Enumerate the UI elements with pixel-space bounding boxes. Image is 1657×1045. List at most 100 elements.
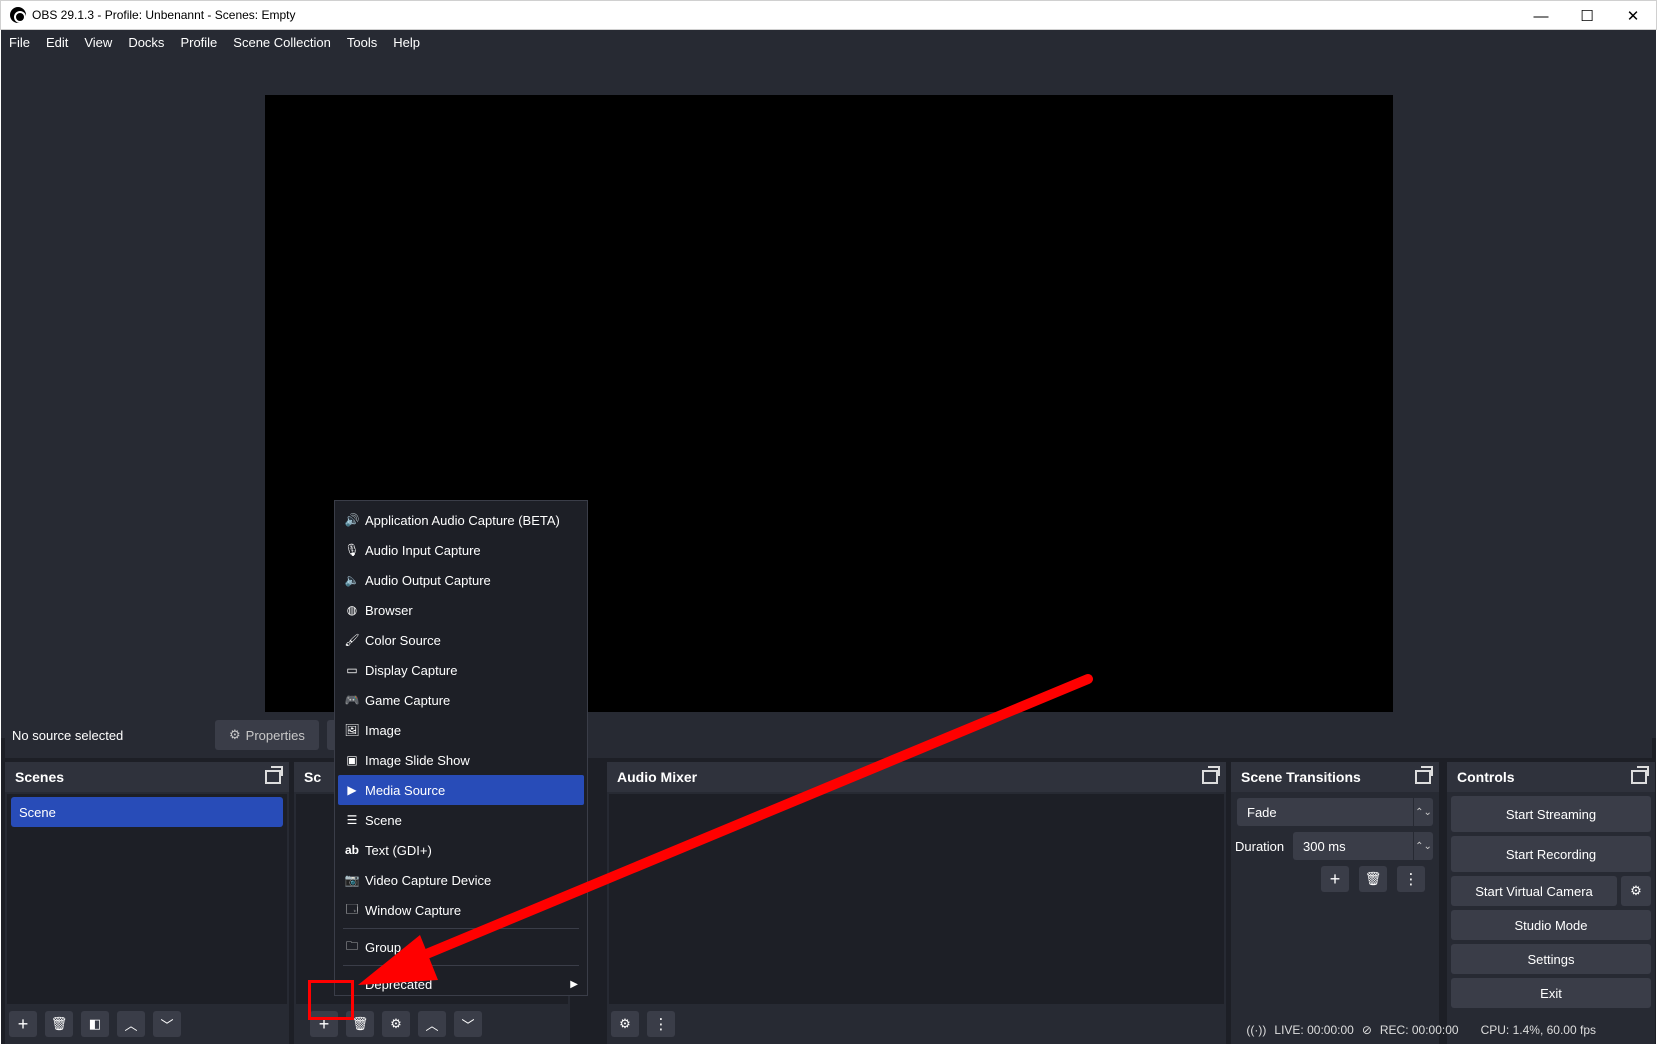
audio-mixer-title: Audio Mixer xyxy=(617,769,698,785)
menu-item-label: Image xyxy=(365,722,402,738)
menu-item-label: Media Source xyxy=(365,782,446,798)
scene-transitions-dock: Scene Transitions Fade ⌃⌄ Duration 300 m… xyxy=(1231,762,1439,1044)
gear-icon: ⚙ xyxy=(1630,883,1642,898)
undock-icon[interactable] xyxy=(265,766,283,784)
folder-icon: 🗀 xyxy=(345,938,358,953)
menu-item-label: Group xyxy=(365,939,402,955)
gamepad-icon: 🎮 xyxy=(344,693,360,707)
scene-transitions-header: Scene Transitions xyxy=(1231,762,1439,792)
close-button[interactable]: ✕ xyxy=(1610,1,1656,31)
menu-item-app-audio-capture[interactable]: 🔊 Application Audio Capture (BETA) xyxy=(338,505,584,535)
menu-file[interactable]: File xyxy=(1,35,38,50)
menu-view[interactable]: View xyxy=(76,35,120,50)
menu-item-image-slide-show[interactable]: ▣ Image Slide Show xyxy=(338,745,584,775)
menu-scene-collection[interactable]: Scene Collection xyxy=(225,35,339,50)
maximize-button[interactable]: ☐ xyxy=(1564,1,1610,31)
scenes-dock-title: Scenes xyxy=(15,769,65,785)
menu-docks[interactable]: Docks xyxy=(120,35,172,50)
menu-edit[interactable]: Edit xyxy=(38,35,76,50)
menu-profile[interactable]: Profile xyxy=(172,35,225,50)
start-streaming-button[interactable]: Start Streaming xyxy=(1451,796,1651,832)
sources-dock-title: Sc xyxy=(304,769,322,785)
window-title: OBS 29.1.3 - Profile: Unbenannt - Scenes… xyxy=(32,8,296,22)
transition-value: Fade xyxy=(1247,804,1277,820)
menu-item-label: Audio Output Capture xyxy=(365,572,491,588)
minimize-button[interactable]: — xyxy=(1518,1,1564,31)
speaker-icon: 🔈 xyxy=(344,573,360,587)
menu-item-label: Scene xyxy=(365,812,402,828)
remove-transition-button[interactable]: 🗑 xyxy=(1359,866,1387,892)
slideshow-icon: ▣ xyxy=(346,753,358,767)
scene-list-item[interactable]: Scene xyxy=(11,797,283,827)
cpu-status: CPU: 1.4%, 60.00 fps xyxy=(1480,1023,1596,1037)
transition-menu-button[interactable]: ⋮ xyxy=(1397,866,1425,892)
list-icon: ☰ xyxy=(346,813,358,827)
menu-item-audio-output-capture[interactable]: 🔈 Audio Output Capture xyxy=(338,565,584,595)
brush-icon: 🖌 xyxy=(344,633,360,647)
menu-item-text-gdi[interactable]: ab Text (GDI+) xyxy=(338,835,584,865)
menu-item-audio-input-capture[interactable]: 🎙 Audio Input Capture xyxy=(338,535,584,565)
menu-item-scene[interactable]: ☰ Scene xyxy=(338,805,584,835)
menu-item-label: Audio Input Capture xyxy=(365,542,481,558)
menu-item-browser[interactable]: ◍ Browser xyxy=(338,595,584,625)
menu-item-group[interactable]: 🗀 Group xyxy=(338,932,584,962)
menu-item-label: Browser xyxy=(365,602,413,618)
menu-item-label: Deprecated xyxy=(365,976,433,992)
menu-tools[interactable]: Tools xyxy=(339,35,385,50)
camera-icon: 📷 xyxy=(344,873,360,887)
scene-transitions-title: Scene Transitions xyxy=(1241,769,1361,785)
menu-item-window-capture[interactable]: 🗔 Window Capture xyxy=(338,895,584,925)
app-audio-icon: 🔊 xyxy=(344,513,360,527)
trash-icon: 🗑 xyxy=(1364,871,1382,886)
submenu-arrow-icon: ▶ xyxy=(570,978,578,990)
transition-select[interactable]: Fade ⌃⌄ xyxy=(1237,798,1433,826)
properties-label: Properties xyxy=(245,727,305,743)
properties-button[interactable]: ⚙ Properties xyxy=(215,720,319,750)
studio-mode-button[interactable]: Studio Mode xyxy=(1451,910,1651,940)
exit-button[interactable]: Exit xyxy=(1451,978,1651,1008)
controls-title: Controls xyxy=(1457,769,1515,785)
scenes-dock: Scenes Scene + 🗑 ◧ ︿ ﹀ xyxy=(5,762,289,1044)
menu-help[interactable]: Help xyxy=(385,35,428,50)
controls-header: Controls xyxy=(1447,762,1655,792)
start-virtual-camera-button[interactable]: Start Virtual Camera xyxy=(1451,876,1617,906)
duration-spinbox[interactable]: 300 ms ⌃⌄ xyxy=(1293,832,1433,860)
text-icon: ab xyxy=(344,843,359,857)
spin-arrows-icon[interactable]: ⌃⌄ xyxy=(1413,832,1433,860)
menu-item-label: Window Capture xyxy=(365,902,462,918)
menu-item-color-source[interactable]: 🖌 Color Source xyxy=(338,625,584,655)
settings-button[interactable]: Settings xyxy=(1451,944,1651,974)
play-icon: ▶ xyxy=(347,783,357,797)
menu-separator xyxy=(343,928,579,929)
virtual-camera-settings-button[interactable]: ⚙ xyxy=(1621,876,1651,906)
audio-mixer-body xyxy=(609,794,1224,1004)
scenes-dock-header: Scenes xyxy=(5,762,289,792)
menu-item-label: Game Capture xyxy=(365,692,451,708)
start-recording-button[interactable]: Start Recording xyxy=(1451,836,1651,872)
scenes-list: Scene xyxy=(7,794,287,1004)
menu-item-game-capture[interactable]: 🎮 Game Capture xyxy=(338,685,584,715)
menu-item-media-source[interactable]: ▶ Media Source xyxy=(338,775,584,805)
monitor-icon: ▭ xyxy=(346,663,358,677)
menu-item-display-capture[interactable]: ▭ Display Capture xyxy=(338,655,584,685)
image-icon: 🖼 xyxy=(344,723,360,737)
undock-icon[interactable] xyxy=(1415,766,1433,784)
menu-item-label: Application Audio Capture (BETA) xyxy=(365,512,560,528)
obs-logo-icon xyxy=(10,7,26,23)
menu-item-video-capture-device[interactable]: 📷 Video Capture Device xyxy=(338,865,584,895)
menu-item-image[interactable]: 🖼 Image xyxy=(338,715,584,745)
menu-item-label: Color Source xyxy=(365,632,441,648)
menu-item-deprecated[interactable]: Deprecated ▶ xyxy=(338,969,584,999)
rec-timer: REC: 00:00:00 xyxy=(1379,1023,1459,1037)
live-timer: LIVE: 00:00:00 xyxy=(1274,1023,1354,1037)
no-source-label: No source selected xyxy=(12,727,124,743)
plus-icon: + xyxy=(1329,868,1341,889)
undock-icon[interactable] xyxy=(1631,766,1649,784)
add-source-context-menu: 🔊 Application Audio Capture (BETA) 🎙 Audio… xyxy=(334,500,588,996)
undock-icon[interactable] xyxy=(1202,766,1220,784)
menu-item-label: Video Capture Device xyxy=(365,872,492,888)
add-transition-button[interactable]: + xyxy=(1321,866,1349,892)
source-toolbar: No source selected ⚙ Properties xyxy=(5,712,1652,758)
window-controls: — ☐ ✕ xyxy=(1518,1,1656,31)
duration-label: Duration xyxy=(1235,838,1285,854)
